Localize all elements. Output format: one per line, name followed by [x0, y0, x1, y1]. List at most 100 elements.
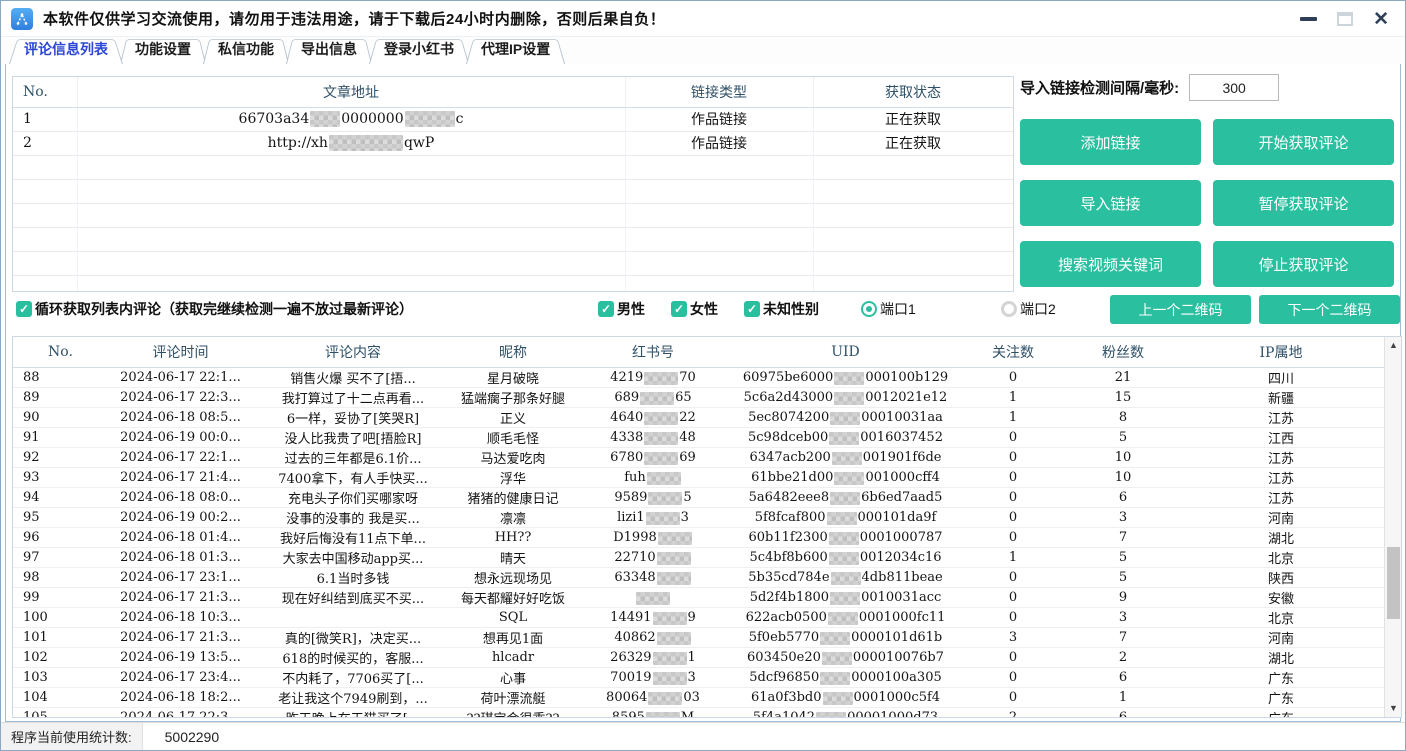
comment-table-row[interactable]: 902024-06-18 08:5...6一样，妥协了[笑哭R]正义464022… [13, 407, 1384, 427]
link-column-header[interactable]: 文章地址 [77, 77, 625, 107]
gender-label: 女性 [690, 299, 718, 319]
port-radio[interactable] [861, 301, 877, 317]
action-button-导入链接[interactable]: 导入链接 [1020, 180, 1201, 226]
comment-table-row[interactable]: 932024-06-17 21:4...7400拿下，有人手快买...浮华fuh… [13, 467, 1384, 487]
gender-label: 男性 [617, 299, 645, 319]
interval-input[interactable] [1189, 74, 1279, 101]
comment-column-header[interactable]: 评论时间 [108, 337, 253, 367]
comment-table-row[interactable]: 972024-06-18 01:3...大家去中国移动app买...晴天2271… [13, 547, 1384, 567]
tab-代理IP设置[interactable]: 代理IP设置 [466, 35, 565, 64]
action-button-停止获取评论[interactable]: 停止获取评论 [1213, 241, 1394, 287]
comment-follows-cell: 1 [958, 407, 1068, 427]
comment-table-row[interactable]: 982024-06-17 23:1...6.1当时多钱想永远现场见633485b… [13, 567, 1384, 587]
action-button-搜索视频关键词[interactable]: 搜索视频关键词 [1020, 241, 1201, 287]
gender-checkbox[interactable]: ✓ [744, 301, 760, 317]
link-column-header[interactable]: 获取状态 [813, 77, 1013, 107]
comment-nick-cell: 荷叶漂流艇 [453, 687, 573, 707]
censored-mosaic [829, 532, 859, 545]
censored-mosaic [827, 512, 857, 525]
comment-column-header[interactable]: IP属地 [1178, 337, 1384, 367]
link-table-row[interactable]: 2http://xhqwP作品链接正在获取 [13, 131, 1013, 155]
comment-table-row[interactable]: 922024-06-17 22:1...过去的三年都是6.1价...马达爱吃肉6… [13, 447, 1384, 467]
comment-fans-cell: 7 [1068, 627, 1178, 647]
comment-no-cell: 105 [13, 707, 108, 718]
comment-ip-cell: 北京 [1178, 547, 1384, 567]
comment-column-header[interactable]: 关注数 [958, 337, 1068, 367]
gender-checkbox[interactable]: ✓ [598, 301, 614, 317]
comment-no-cell: 98 [13, 567, 108, 587]
comment-table-row[interactable]: 882024-06-17 22:1...销售火爆 买不了[捂...星月破晓421… [13, 367, 1384, 387]
comment-column-header[interactable]: 红书号 [573, 337, 733, 367]
comment-time-cell: 2024-06-17 21:4... [108, 467, 253, 487]
comment-follows-cell: 0 [958, 607, 1068, 627]
link-table-row[interactable]: 166703a340000000c作品链接正在获取 [13, 107, 1013, 131]
action-button-暂停获取评论[interactable]: 暂停获取评论 [1213, 180, 1394, 226]
comment-uid-cell: 5dcf968500000100a305 [733, 667, 958, 687]
comment-table-row[interactable]: 892024-06-17 22:3...我打算过了十二点再看...猛端瘸子那条好… [13, 387, 1384, 407]
censored-mosaic [822, 652, 852, 665]
tab-导出信息[interactable]: 导出信息 [286, 35, 372, 64]
comment-table-row[interactable]: 1042024-06-18 18:2...老让我这个7949刷到，...荷叶漂流… [13, 687, 1384, 707]
comment-table-row[interactable]: 1002024-06-18 10:3...SQL144919622acb0500… [13, 607, 1384, 627]
comment-column-header[interactable]: UID [733, 337, 958, 367]
tab-登录小红书[interactable]: 登录小红书 [369, 35, 469, 64]
loop-comments-checkbox[interactable]: ✓ [16, 301, 32, 317]
comment-column-header[interactable]: No. [13, 337, 108, 367]
comment-table-row[interactable]: 962024-06-18 01:4...我好后悔没有11点下单...HH??D1… [13, 527, 1384, 547]
maximize-button[interactable] [1337, 12, 1353, 26]
censored-mosaic [829, 552, 859, 565]
qr-button-上一个二维码[interactable]: 上一个二维码 [1110, 295, 1251, 324]
scroll-up-arrow[interactable]: ▲ [1385, 337, 1402, 354]
comment-follows-cell: 1 [958, 547, 1068, 567]
close-button[interactable]: ✕ [1373, 10, 1389, 29]
tab-label: 代理IP设置 [481, 41, 550, 57]
status-value: 5002290 [142, 723, 1405, 750]
comment-column-header[interactable]: 昵称 [453, 337, 573, 367]
comment-nick-cell: 猛端瘸子那条好腿 [453, 387, 573, 407]
gender-checkbox[interactable]: ✓ [671, 301, 687, 317]
action-button-添加链接[interactable]: 添加链接 [1020, 119, 1201, 165]
link-column-header[interactable]: No. [13, 77, 77, 107]
comment-redbook-id-cell: 95895 [573, 487, 733, 507]
link-table-empty-row [13, 155, 1013, 179]
comment-ip-cell: 北京 [1178, 607, 1384, 627]
comment-table-row[interactable]: 1052024-06-17 22:3...昨天晚上在天猫买了[...??琪宝会很… [13, 707, 1384, 718]
comment-follows-cell: 0 [958, 527, 1068, 547]
status-label: 程序当前使用统计数: [1, 727, 142, 746]
vertical-scrollbar[interactable]: ▲ ▼ [1384, 337, 1401, 717]
comment-uid-cell: 5d2f4b18000010031acc [733, 587, 958, 607]
comment-table-row[interactable]: 1032024-06-17 23:4...不内耗了，7706买了[...心事70… [13, 667, 1384, 687]
censored-mosaic [830, 492, 860, 505]
comment-redbook-id-cell: 8595M [573, 707, 733, 718]
scroll-down-arrow[interactable]: ▼ [1385, 700, 1402, 717]
comment-redbook-id-cell: 63348 [573, 567, 733, 587]
censored-mosaic [658, 532, 692, 545]
comment-column-header[interactable]: 评论内容 [253, 337, 453, 367]
comment-table-row[interactable]: 942024-06-18 08:0...充电头子你们买哪家呀猪猪的健康日记958… [13, 487, 1384, 507]
censored-mosaic [405, 111, 455, 127]
censored-mosaic [829, 432, 859, 445]
comment-table-row[interactable]: 1012024-06-17 21:3...真的[微笑R]，决定买...想再见1面… [13, 627, 1384, 647]
scrollbar-thumb[interactable] [1387, 547, 1400, 619]
comment-table-row[interactable]: 912024-06-19 00:0...没人比我贵了吧[捂脸R]顺毛毛怪4338… [13, 427, 1384, 447]
comment-table-row[interactable]: 1022024-06-19 13:5...618的时候买的，客服...hlcad… [13, 647, 1384, 667]
comment-table-row[interactable]: 992024-06-17 21:3...现在好纠结到底买不买...每天都耀好好吃… [13, 587, 1384, 607]
port-radio[interactable] [1001, 301, 1017, 317]
comment-column-header[interactable]: 粉丝数 [1068, 337, 1178, 367]
comment-content-cell: 老让我这个7949刷到，... [253, 687, 453, 707]
minimize-button[interactable] [1300, 17, 1317, 21]
link-column-header[interactable]: 链接类型 [625, 77, 813, 107]
action-button-开始获取评论[interactable]: 开始获取评论 [1213, 119, 1394, 165]
qr-button-下一个二维码[interactable]: 下一个二维码 [1259, 295, 1400, 324]
comment-table: No.评论时间评论内容昵称红书号UID关注数粉丝数IP属地 882024-06-… [12, 336, 1402, 718]
comment-content-cell: 现在好纠结到底买不买... [253, 587, 453, 607]
tab-功能设置[interactable]: 功能设置 [120, 35, 206, 64]
censored-mosaic [657, 552, 691, 565]
tab-私信功能[interactable]: 私信功能 [203, 35, 289, 64]
qr-button-row: 上一个二维码下一个二维码 [1020, 295, 1400, 324]
censored-mosaic [653, 652, 687, 665]
link-table-empty-row [13, 179, 1013, 203]
tab-评论信息列表[interactable]: 评论信息列表 [9, 35, 123, 64]
comment-table-row[interactable]: 952024-06-19 00:2...没事的没事的 我是买...凛凛lizi1… [13, 507, 1384, 527]
interval-label: 导入链接检测间隔/毫秒: [1020, 77, 1179, 98]
